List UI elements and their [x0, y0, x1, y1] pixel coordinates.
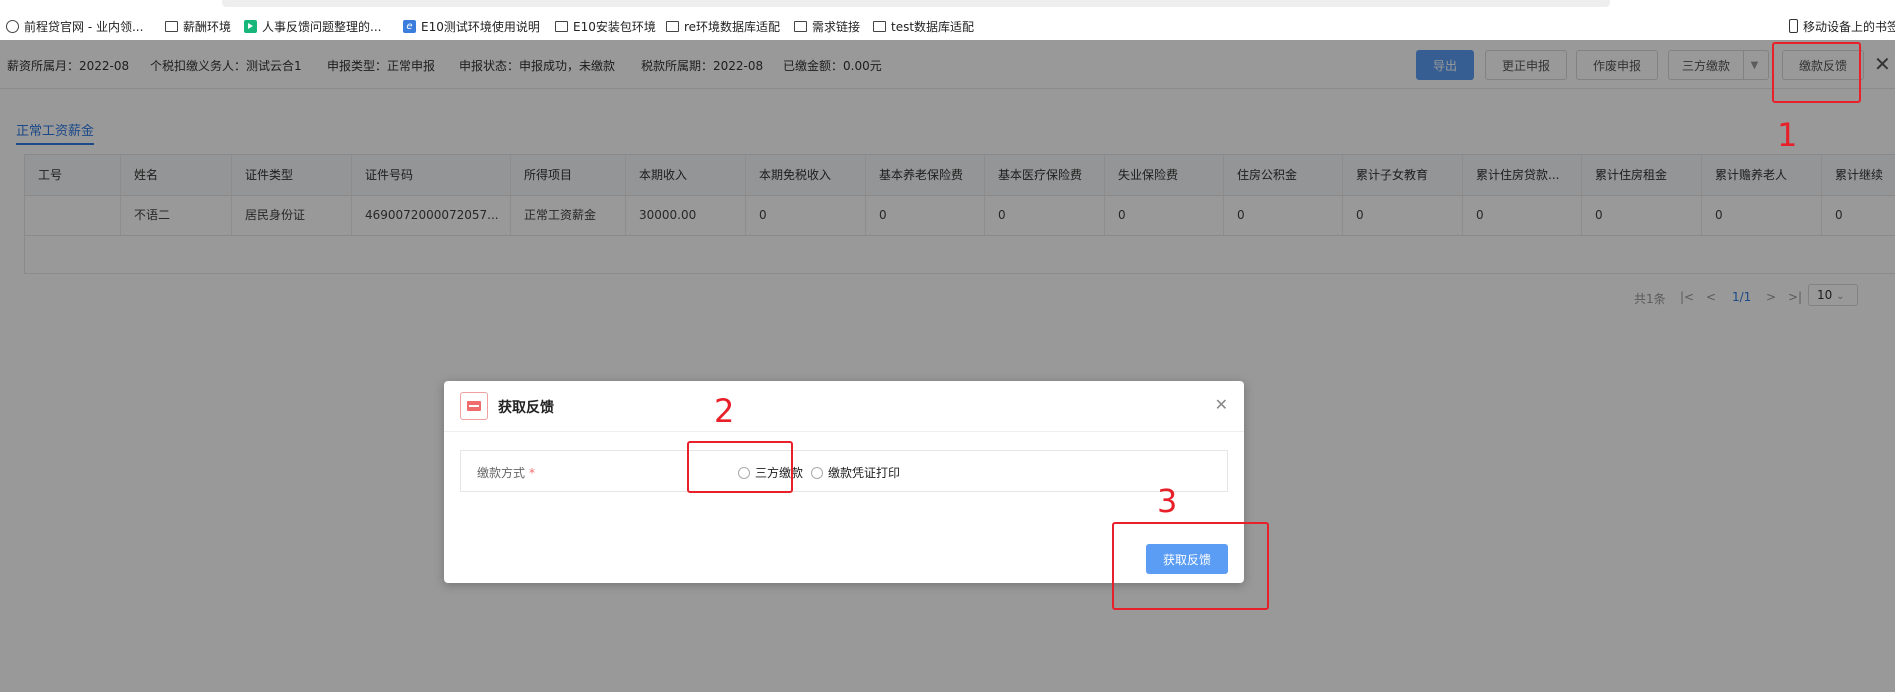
- radio-label: 缴款凭证打印: [828, 466, 901, 480]
- folder-icon: [873, 20, 886, 32]
- radio-voucher-print[interactable]: 缴款凭证打印: [811, 464, 900, 481]
- address-bar-edge: [222, 0, 1610, 7]
- annotation-box-1: [1772, 42, 1861, 103]
- annotation-number-2: 2: [714, 392, 735, 430]
- bookmark-item[interactable]: test数据库适配: [873, 17, 974, 35]
- globe-icon: [6, 19, 19, 33]
- bookmark-item[interactable]: E10安装包环境: [555, 17, 656, 35]
- payment-method-label: 缴款方式 *: [477, 464, 535, 481]
- bookmark-item[interactable]: 前程贷官网 - 业内领...: [6, 17, 143, 35]
- annotation-box-3: [1112, 522, 1269, 610]
- bookmark-label: 薪酬环境: [183, 19, 232, 34]
- bookmark-label: 需求链接: [812, 19, 861, 34]
- phone-icon: [1789, 19, 1798, 33]
- dialog-title: 获取反馈: [498, 400, 554, 416]
- folder-icon: [165, 20, 178, 32]
- bookmark-item[interactable]: 薪酬环境: [165, 17, 231, 35]
- bookmark-item[interactable]: 需求链接: [794, 17, 860, 35]
- green-play-icon: [244, 19, 257, 33]
- modal-overlay[interactable]: [0, 40, 1895, 692]
- bookmark-label: test数据库适配: [891, 19, 975, 34]
- bookmark-label: 前程贷官网 - 业内领...: [24, 19, 144, 34]
- bookmark-label: E10测试环境使用说明: [421, 19, 540, 34]
- bookmark-label: 人事反馈问题整理的...: [262, 19, 382, 34]
- annotation-box-2: [687, 441, 793, 493]
- field-label-text: 缴款方式: [477, 466, 526, 480]
- ie-icon: e: [403, 19, 416, 33]
- folder-icon: [794, 20, 807, 32]
- payment-method-field: 缴款方式 * 三方缴款 缴款凭证打印: [460, 450, 1228, 492]
- close-icon[interactable]: ✕: [1215, 395, 1228, 414]
- mobile-bookmarks[interactable]: 移动设备上的书签: [1789, 17, 1895, 35]
- bookmark-label: re环境数据库适配: [684, 19, 781, 34]
- folder-icon: [555, 20, 568, 32]
- folder-icon: [666, 20, 679, 32]
- bookmark-label: E10安装包环境: [573, 19, 656, 34]
- dialog-header: 获取反馈 ✕: [444, 381, 1244, 432]
- mobile-bookmarks-label: 移动设备上的书签: [1803, 19, 1895, 34]
- bookmark-item[interactable]: e E10测试环境使用说明: [403, 17, 540, 35]
- bookmark-item[interactable]: re环境数据库适配: [666, 17, 780, 35]
- annotation-number-3: 3: [1157, 482, 1178, 520]
- bookmarks-bar: 前程贷官网 - 业内领... 薪酬环境 人事反馈问题整理的... e E10测试…: [0, 0, 1895, 40]
- card-icon: [460, 392, 488, 420]
- required-mark: *: [529, 466, 536, 480]
- radio-circle[interactable]: [811, 466, 823, 479]
- annotation-number-1: 1: [1777, 116, 1798, 154]
- bookmark-item[interactable]: 人事反馈问题整理的...: [244, 17, 381, 35]
